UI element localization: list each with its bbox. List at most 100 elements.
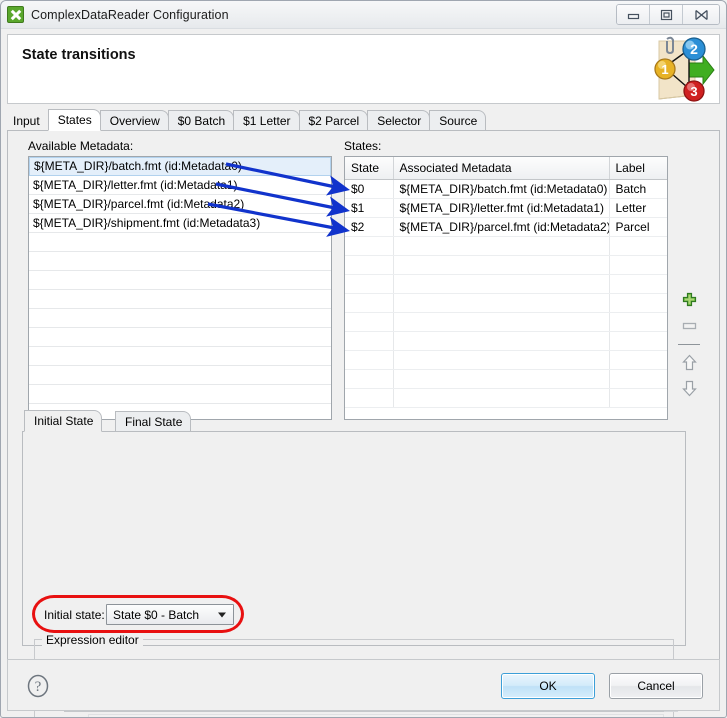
help-question-icon[interactable]: ? [26,674,50,698]
list-item-empty[interactable] [29,328,331,347]
tab-source[interactable]: Source [429,110,487,130]
cell-label[interactable]: Letter [609,198,667,218]
list-item-empty[interactable] [29,385,331,404]
cell-empty[interactable] [609,388,667,408]
cell-empty[interactable] [393,369,610,389]
add-state-button[interactable] [678,289,700,311]
cell-empty[interactable] [393,293,610,313]
cell-empty[interactable] [393,274,610,294]
tab-letter[interactable]: $1 Letter [233,110,300,130]
cell-empty[interactable] [393,236,610,256]
table-row-empty[interactable] [345,274,667,294]
cell-empty[interactable] [609,293,667,313]
cell-empty[interactable] [345,388,394,408]
states-table[interactable]: State Associated Metadata Label $0 ${META_DI… [344,156,668,420]
cancel-button[interactable]: Cancel [609,673,703,699]
table-row-empty[interactable] [345,236,667,256]
cell-empty[interactable] [609,236,667,256]
tab-label: Source [439,113,478,128]
list-item[interactable]: ${META_DIR}/shipment.fmt (id:Metadata3) [29,214,331,233]
tab-final-state[interactable]: Final State [115,411,192,431]
tab-parcel[interactable]: $2 Parcel [298,110,369,130]
cell-metadata[interactable]: ${META_DIR}/batch.fmt (id:Metadata0) [393,179,610,199]
tab-initial-state-active[interactable]: Initial State [24,410,103,432]
tab-label: $1 Letter [243,113,291,128]
list-item[interactable]: ${META_DIR}/letter.fmt (id:Metadata1) [29,176,331,195]
cell-empty[interactable] [609,331,667,351]
table-row-empty[interactable] [345,255,667,275]
close-button[interactable] [683,5,719,24]
table-row[interactable]: $0 ${META_DIR}/batch.fmt (id:Metadata0) Ba… [345,179,667,199]
cell-empty[interactable] [345,255,394,275]
page-title: State transitions [22,47,136,63]
ok-button[interactable]: OK [501,673,595,699]
table-row-empty[interactable] [345,293,667,313]
code-horizontal-scrollbar[interactable] [88,714,664,717]
tab-input[interactable]: Input [7,110,49,130]
dialog-header: State transitions 1 2 3 [7,34,720,104]
list-item[interactable]: ${META_DIR}/parcel.fmt (id:Metadata2) [29,195,331,214]
states-toolbar [676,289,702,403]
table-row-empty[interactable] [345,369,667,389]
column-header-1[interactable]: Associated Metadata [393,157,610,180]
cell-empty[interactable] [393,388,610,408]
cell-empty[interactable] [609,274,667,294]
cell-label[interactable]: Batch [609,179,667,199]
available-metadata-list[interactable]: ${META_DIR}/batch.fmt (id:Metadata0) ${ME… [28,156,332,420]
list-item-empty[interactable] [29,233,331,252]
svg-text:2: 2 [690,41,698,57]
cell-metadata[interactable]: ${META_DIR}/parcel.fmt (id:Metadata2) [393,217,610,237]
list-item-empty[interactable] [29,347,331,366]
cell-empty[interactable] [345,331,394,351]
table-row-empty[interactable] [345,350,667,370]
cell-empty[interactable] [345,350,394,370]
tab-selector[interactable]: Selector [367,110,431,130]
list-item-empty[interactable] [29,271,331,290]
minimize-button[interactable] [617,5,650,24]
cell-empty[interactable] [609,369,667,389]
move-up-button[interactable] [678,351,700,373]
tab-states[interactable]: States [47,109,101,131]
initial-state-select[interactable]: State $0 - Batch [106,604,234,625]
cell-state[interactable]: $0 [345,179,394,199]
cell-empty[interactable] [345,293,394,313]
state-transition-diagram-icon: 1 2 3 [643,35,715,105]
list-item[interactable]: ${META_DIR}/batch.fmt (id:Metadata0) [29,157,331,176]
cell-empty[interactable] [609,255,667,275]
column-header-2[interactable]: Label [609,157,667,180]
cell-label[interactable]: Parcel [609,217,667,237]
cell-state[interactable]: $2 [345,217,394,237]
cell-empty[interactable] [393,255,610,275]
cell-empty[interactable] [393,312,610,332]
cell-empty[interactable] [345,312,394,332]
states-grid: State Associated Metadata Label $0 ${META_DI… [345,157,667,408]
move-down-button[interactable] [678,377,700,399]
cell-empty[interactable] [609,312,667,332]
table-row[interactable]: $1 ${META_DIR}/letter.fmt (id:Metadata1) L… [345,198,667,218]
cell-empty[interactable] [393,331,610,351]
table-row[interactable]: $2 ${META_DIR}/parcel.fmt (id:Metadata2) P… [345,217,667,237]
table-row-empty[interactable] [345,331,667,351]
dialog-window: ComplexDataReader Configuration State tr… [0,0,727,718]
chevron-down-icon [218,612,226,617]
svg-text:?: ? [35,679,42,695]
table-row-empty[interactable] [345,388,667,408]
tab-overview[interactable]: Overview [99,110,169,130]
table-row-empty[interactable] [345,312,667,332]
tab-bar: Input States Overview $0 Batch $1 Letter… [7,109,720,131]
cell-empty[interactable] [609,350,667,370]
list-item-empty[interactable] [29,290,331,309]
tab-batch[interactable]: $0 Batch [167,110,235,130]
list-item-empty[interactable] [29,366,331,385]
list-item-empty[interactable] [29,252,331,271]
cell-empty[interactable] [393,350,610,370]
cell-metadata[interactable]: ${META_DIR}/letter.fmt (id:Metadata1) [393,198,610,218]
remove-state-button[interactable] [678,315,700,337]
cell-state[interactable]: $1 [345,198,394,218]
cell-empty[interactable] [345,369,394,389]
cell-empty[interactable] [345,274,394,294]
maximize-button[interactable] [650,5,683,24]
column-header-0[interactable]: State [345,157,394,180]
cell-empty[interactable] [345,236,394,256]
list-item-empty[interactable] [29,309,331,328]
